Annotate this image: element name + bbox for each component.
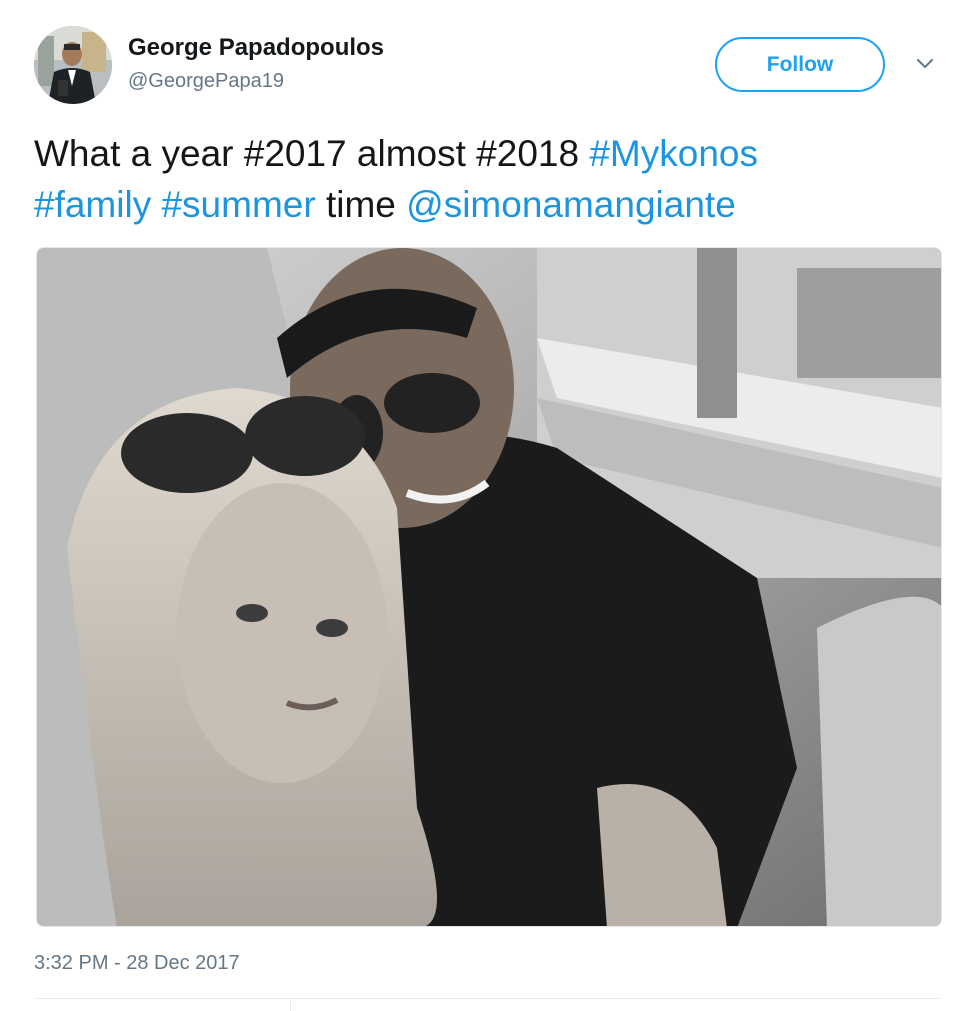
hashtag-link[interactable]: #family (34, 184, 151, 225)
tweet-timestamp[interactable]: 3:32 PM - 28 Dec 2017 (34, 952, 240, 975)
tweet-text-segment: What a year #2017 almost #2018 (34, 133, 590, 174)
tweet-text-line-1: What a year #2017 almost #2018 #Mykonos (34, 128, 944, 179)
hashtag-link[interactable]: #Mykonos (589, 133, 758, 174)
display-name[interactable]: George Papadopoulos (128, 34, 384, 62)
avatar[interactable] (34, 26, 112, 104)
user-handle[interactable]: @GeorgePapa19 (128, 70, 284, 93)
hashtag-link[interactable]: #summer (161, 184, 315, 225)
chevron-down-icon[interactable] (914, 56, 936, 72)
tweet-text-line-2: #family #summer time @simonamangiante (34, 179, 944, 230)
tweet-card: George Papadopoulos @GeorgePapa19 Follow… (0, 0, 980, 1011)
tweet-text-segment (151, 184, 161, 225)
divider (290, 999, 291, 1011)
tweet-text-segment: time (315, 184, 407, 225)
follow-button[interactable]: Follow (715, 37, 885, 92)
tweet-photo[interactable] (36, 247, 942, 927)
mention-link[interactable]: @simonamangiante (406, 184, 736, 225)
divider (34, 998, 940, 999)
tweet-text: What a year #2017 almost #2018 #Mykonos … (34, 128, 944, 230)
